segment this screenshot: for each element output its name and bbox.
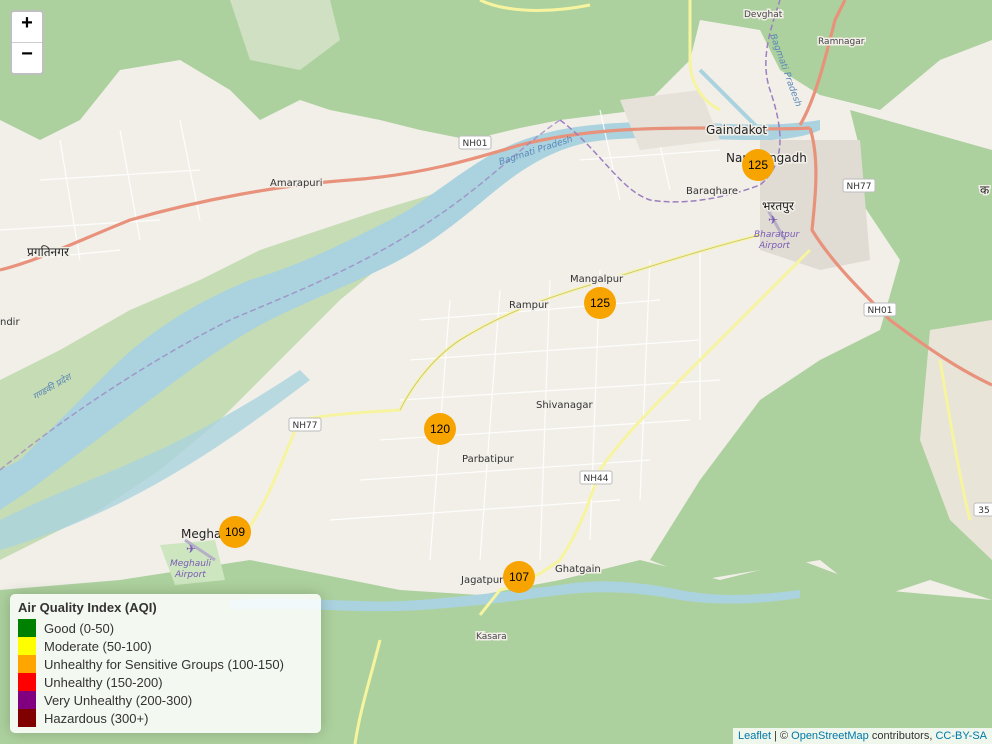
- legend-label: Unhealthy (150-200): [44, 674, 163, 690]
- place-amarapuri: Amarapuri: [270, 178, 323, 189]
- attribution-contributors: contributors,: [868, 730, 936, 742]
- zoom-out-button[interactable]: −: [12, 43, 42, 73]
- license-link[interactable]: CC-BY-SA: [935, 730, 987, 742]
- place-gaindakot: Gaindakot: [706, 123, 767, 137]
- place-parbatipur: Parbatipur: [462, 454, 515, 465]
- legend-item-sensitive: Unhealthy for Sensitive Groups (100-150): [18, 655, 313, 673]
- airport-icon-meghauli: ✈: [186, 542, 196, 556]
- svg-text:NH77: NH77: [847, 182, 872, 192]
- leaflet-link[interactable]: Leaflet: [738, 730, 771, 742]
- svg-text:NH44: NH44: [584, 474, 609, 484]
- place-ramnagar: Ramnagar: [818, 37, 865, 47]
- place-shivanagar: Shivanagar: [536, 400, 593, 411]
- place-pragatinagar: प्रगतिनगर: [27, 245, 70, 259]
- shield-nh44: NH44: [579, 470, 613, 485]
- aqi-marker-jagatpur[interactable]: 107: [503, 561, 535, 593]
- aqi-marker-meghauli[interactable]: 109: [219, 516, 251, 548]
- legend-item-moderate: Moderate (50-100): [18, 637, 313, 655]
- zoom-control: + −: [10, 10, 44, 75]
- place-andir: ndir: [0, 317, 20, 328]
- place-devghat: Devghat: [744, 10, 783, 20]
- place-kasara: Kasara: [476, 632, 507, 642]
- map-container[interactable]: NH01 NH01 NH77 NH77 NH44 35 Bagmati Prad…: [0, 0, 992, 744]
- legend-label: Unhealthy for Sensitive Groups (100-150): [44, 656, 284, 672]
- shield-nh01-a: NH01: [458, 135, 492, 150]
- airport-icon-bharatpur: ✈: [768, 213, 778, 227]
- airport-label-meghauli-2: Airport: [174, 570, 206, 580]
- legend-swatch: [18, 691, 36, 709]
- openstreetmap-link[interactable]: OpenStreetMap: [791, 730, 869, 742]
- place-ka: क: [980, 183, 990, 197]
- legend-label: Very Unhealthy (200-300): [44, 692, 193, 708]
- airport-label-bharatpur-1: Bharatpur: [754, 230, 801, 240]
- place-bharatpur: भरतपुर: [762, 199, 795, 214]
- aqi-marker-parbatipur[interactable]: 120: [424, 413, 456, 445]
- legend-item-hazardous: Hazardous (300+): [18, 709, 313, 727]
- legend-item-unhealthy: Unhealthy (150-200): [18, 673, 313, 691]
- legend-swatch: [18, 619, 36, 637]
- place-mangalpur: Mangalpur: [570, 274, 624, 285]
- attribution-separator: | ©: [771, 730, 792, 742]
- legend-title: Air Quality Index (AQI): [18, 600, 157, 615]
- svg-text:NH77: NH77: [293, 421, 318, 431]
- legend-label: Hazardous (300+): [44, 710, 149, 726]
- legend-label: Good (0-50): [44, 620, 115, 636]
- svg-text:NH01: NH01: [463, 139, 488, 149]
- legend-swatch: [18, 655, 36, 673]
- place-baraqhare: Baraqhare: [686, 186, 738, 197]
- aqi-marker-narayangadh[interactable]: 125: [742, 149, 774, 181]
- shield-nh77-a: NH77: [842, 178, 876, 193]
- legend-swatch: [18, 673, 36, 691]
- place-jagatpur: Jagatpur: [460, 575, 504, 586]
- legend-swatch: [18, 709, 36, 727]
- svg-text:35: 35: [978, 506, 989, 516]
- place-ghatgain: Ghatgain: [555, 564, 601, 575]
- map-attribution: Leaflet | © OpenStreetMap contributors, …: [732, 728, 992, 744]
- shield-nh77-b: NH77: [288, 417, 322, 432]
- airport-label-bharatpur-2: Airport: [758, 241, 790, 251]
- place-rampur: Rampur: [509, 300, 549, 311]
- airport-label-meghauli-1: Meghauli: [170, 559, 211, 569]
- shield-35: 35: [973, 502, 992, 517]
- svg-text:NH01: NH01: [868, 306, 893, 316]
- legend-item-good: Good (0-50): [18, 619, 313, 637]
- legend-swatch: [18, 637, 36, 655]
- legend-item-very-unhealthy: Very Unhealthy (200-300): [18, 691, 313, 709]
- legend-label: Moderate (50-100): [44, 638, 152, 654]
- shield-nh01-b: NH01: [863, 302, 897, 317]
- aqi-legend: Air Quality Index (AQI) Good (0-50) Mode…: [10, 594, 321, 733]
- aqi-marker-mangalpur[interactable]: 125: [584, 287, 616, 319]
- zoom-in-button[interactable]: +: [12, 12, 42, 43]
